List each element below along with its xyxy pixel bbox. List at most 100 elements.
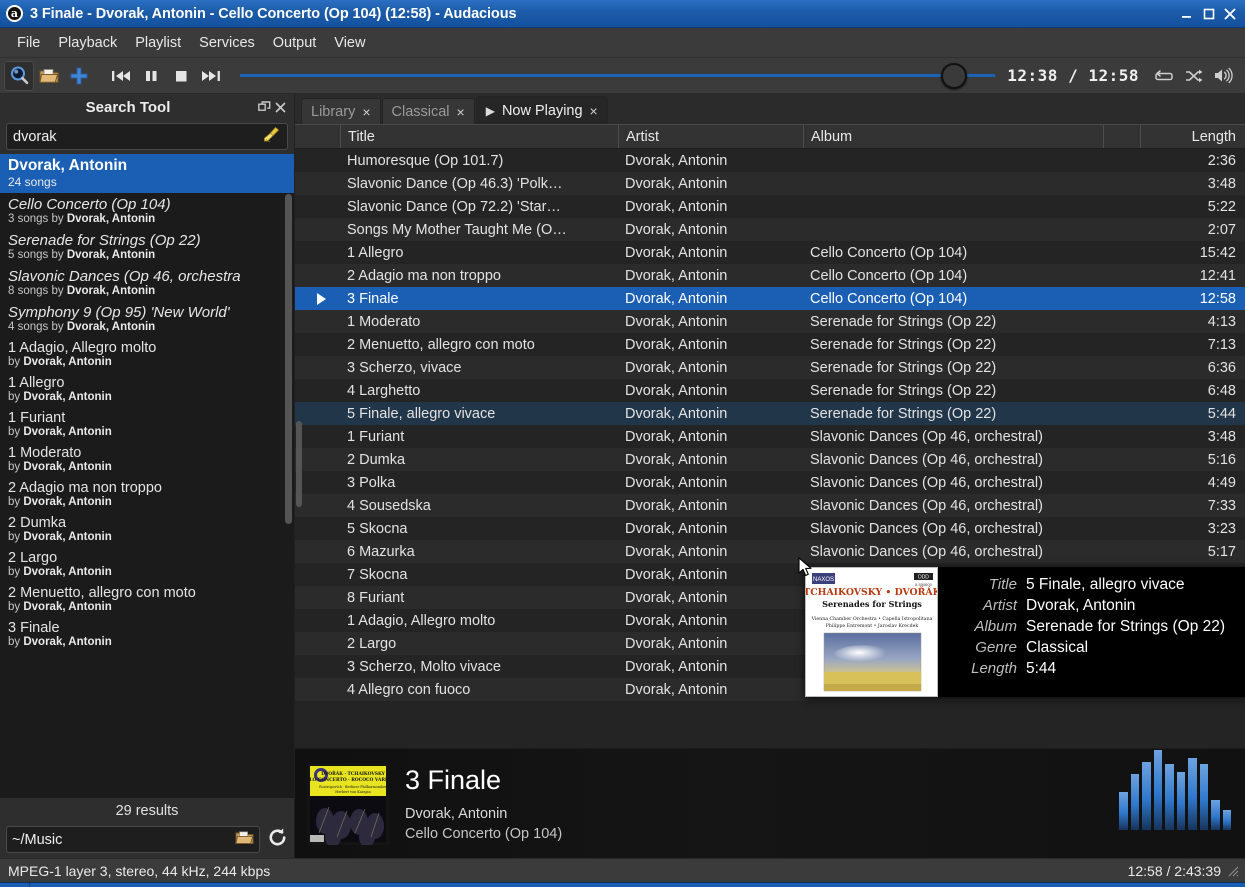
svg-text:DVOŘÁK · TCHAIKOVSKY: DVOŘÁK · TCHAIKOVSKY — [321, 771, 385, 777]
taskbar-item[interactable] — [0, 883, 30, 887]
search-results-list[interactable]: Dvorak, Antonin24 songsCello Concerto (O… — [0, 154, 294, 798]
tab-now-playing[interactable]: ▶Now Playing× — [476, 96, 608, 124]
playlist-scrollbar[interactable] — [296, 421, 302, 507]
row-title: 3 Scherzo, vivace — [340, 360, 618, 376]
search-result-subtitle: by Dvorak, Antonin — [8, 496, 286, 508]
menu-view[interactable]: View — [325, 32, 374, 54]
maximize-button[interactable] — [1197, 3, 1219, 25]
playback-times: 12:58 / 2:43:39 — [1128, 863, 1221, 879]
close-panel-icon[interactable] — [272, 99, 288, 115]
folder-icon[interactable] — [235, 829, 254, 851]
column-header-album[interactable]: Album — [803, 125, 1103, 148]
table-row[interactable]: 2 DumkaDvorak, AntoninSlavonic Dances (O… — [295, 448, 1245, 471]
table-row[interactable]: 1 AllegroDvorak, AntoninCello Concerto (… — [295, 241, 1245, 264]
table-row[interactable]: Humoresque (Op 101.7)Dvorak, Antonin2:36 — [295, 149, 1245, 172]
search-result-song[interactable]: 2 Largoby Dvorak, Antonin — [0, 547, 294, 582]
search-results-scrollbar[interactable] — [285, 194, 292, 524]
tab-close-icon[interactable]: × — [362, 105, 370, 119]
search-result-song[interactable]: 2 Adagio ma non troppoby Dvorak, Antonin — [0, 477, 294, 512]
pause-icon[interactable] — [136, 61, 166, 91]
now-playing-album: Cello Concerto (Op 104) — [405, 826, 1119, 842]
seek-slider[interactable] — [240, 61, 995, 91]
desktop-taskbar[interactable] — [0, 882, 1245, 887]
table-row[interactable]: Slavonic Dance (Op 46.3) 'Polk…Dvorak, A… — [295, 172, 1245, 195]
table-row[interactable]: 4 LarghettoDvorak, AntoninSerenade for S… — [295, 379, 1245, 402]
resize-grip-icon[interactable] — [1227, 865, 1239, 877]
window-titlebar[interactable]: a 3 Finale - Dvorak, Antonin - Cello Con… — [0, 0, 1245, 28]
stop-icon[interactable] — [166, 61, 196, 91]
previous-icon[interactable] — [106, 61, 136, 91]
search-result-album[interactable]: Cello Concerto (Op 104)3 songs by Dvorak… — [0, 193, 294, 229]
playlist-rows[interactable]: Humoresque (Op 101.7)Dvorak, Antonin2:36… — [295, 149, 1245, 748]
search-result-song[interactable]: 3 Finaleby Dvorak, Antonin — [0, 617, 294, 652]
column-header-length[interactable]: Length — [1140, 125, 1245, 148]
tooltip-row: GenreClassical — [946, 639, 1238, 657]
refresh-icon[interactable] — [267, 827, 288, 853]
search-result-name: 2 Adagio ma non troppo — [8, 480, 286, 496]
table-row[interactable]: Songs My Mother Taught Me (O…Dvorak, Ant… — [295, 218, 1245, 241]
column-header-artist[interactable]: Artist — [618, 125, 803, 148]
tab-close-icon[interactable]: × — [590, 104, 598, 118]
menu-services[interactable]: Services — [190, 32, 264, 54]
tab-playing-icon: ▶ — [486, 104, 495, 118]
visualizer-bar — [1142, 762, 1151, 830]
library-path-value: ~/Music — [12, 832, 235, 848]
table-row[interactable]: 1 ModeratoDvorak, AntoninSerenade for St… — [295, 310, 1245, 333]
volume-icon[interactable] — [1209, 61, 1239, 91]
tab-library[interactable]: Library× — [301, 98, 381, 124]
undock-icon[interactable] — [256, 99, 272, 115]
table-row[interactable]: 5 Finale, allegro vivaceDvorak, AntoninS… — [295, 402, 1245, 425]
search-result-song[interactable]: 1 Adagio, Allegro moltoby Dvorak, Antoni… — [0, 337, 294, 372]
seek-handle[interactable] — [941, 63, 967, 89]
row-length: 5:22 — [1140, 199, 1245, 215]
row-artist: Dvorak, Antonin — [618, 153, 803, 169]
search-result-artist[interactable]: Dvorak, Antonin24 songs — [0, 154, 294, 193]
table-row[interactable]: 3 PolkaDvorak, AntoninSlavonic Dances (O… — [295, 471, 1245, 494]
next-icon[interactable] — [196, 61, 226, 91]
table-row[interactable]: 5 SkocnaDvorak, AntoninSlavonic Dances (… — [295, 517, 1245, 540]
tooltip-field-key: Artist — [946, 597, 1026, 614]
open-folder-icon[interactable] — [34, 61, 64, 91]
table-row[interactable]: 3 Scherzo, vivaceDvorak, AntoninSerenade… — [295, 356, 1245, 379]
search-result-album[interactable]: Serenade for Strings (Op 22)5 songs by D… — [0, 229, 294, 265]
search-result-album[interactable]: Slavonic Dances (Op 46, orchestra8 songs… — [0, 265, 294, 301]
column-header-mark[interactable] — [295, 125, 340, 148]
table-row[interactable]: 4 SousedskaDvorak, AntoninSlavonic Dance… — [295, 494, 1245, 517]
search-result-album[interactable]: Symphony 9 (Op 95) 'New World'4 songs by… — [0, 301, 294, 337]
search-input-value: dvorak — [13, 129, 262, 145]
menu-playlist[interactable]: Playlist — [126, 32, 190, 54]
repeat-icon[interactable] — [1149, 61, 1179, 91]
search-result-song[interactable]: 2 Dumkaby Dvorak, Antonin — [0, 512, 294, 547]
search-result-song[interactable]: 2 Menuetto, allegro con motoby Dvorak, A… — [0, 582, 294, 617]
table-row[interactable]: 1 FuriantDvorak, AntoninSlavonic Dances … — [295, 425, 1245, 448]
search-result-name: 1 Adagio, Allegro molto — [8, 340, 286, 356]
search-icon[interactable] — [4, 61, 34, 91]
table-row[interactable]: 3 FinaleDvorak, AntoninCello Concerto (O… — [295, 287, 1245, 310]
search-result-name: Cello Concerto (Op 104) — [8, 196, 286, 213]
search-result-song[interactable]: 1 Allegroby Dvorak, Antonin — [0, 372, 294, 407]
menu-output[interactable]: Output — [264, 32, 326, 54]
close-button[interactable] — [1219, 3, 1241, 25]
search-result-subtitle: 3 songs by Dvorak, Antonin — [8, 213, 286, 225]
search-result-song[interactable]: 1 Moderatoby Dvorak, Antonin — [0, 442, 294, 477]
table-row[interactable]: 2 Adagio ma non troppoDvorak, AntoninCel… — [295, 264, 1245, 287]
library-path-input[interactable]: ~/Music — [6, 826, 260, 853]
menu-playback[interactable]: Playback — [49, 32, 126, 54]
broom-icon[interactable] — [262, 125, 281, 149]
shuffle-icon[interactable] — [1179, 61, 1209, 91]
table-row[interactable]: 2 Menuetto, allegro con motoDvorak, Anto… — [295, 333, 1245, 356]
add-icon[interactable] — [64, 61, 94, 91]
search-tool-header: Search Tool — [0, 94, 294, 120]
search-result-song[interactable]: 1 Furiantby Dvorak, Antonin — [0, 407, 294, 442]
menu-file[interactable]: File — [8, 32, 49, 54]
search-input[interactable]: dvorak — [6, 123, 288, 150]
column-header-title[interactable]: Title — [340, 125, 618, 148]
minimize-button[interactable] — [1175, 3, 1197, 25]
column-header-spacer[interactable] — [1103, 125, 1140, 148]
search-result-sub-prefix: by — [8, 461, 23, 473]
search-result-sub-artist: Dvorak, Antonin — [23, 531, 111, 543]
table-row[interactable]: 6 MazurkaDvorak, AntoninSlavonic Dances … — [295, 540, 1245, 563]
tab-close-icon[interactable]: × — [457, 105, 465, 119]
tab-classical[interactable]: Classical× — [382, 98, 475, 124]
table-row[interactable]: Slavonic Dance (Op 72.2) 'Star…Dvorak, A… — [295, 195, 1245, 218]
